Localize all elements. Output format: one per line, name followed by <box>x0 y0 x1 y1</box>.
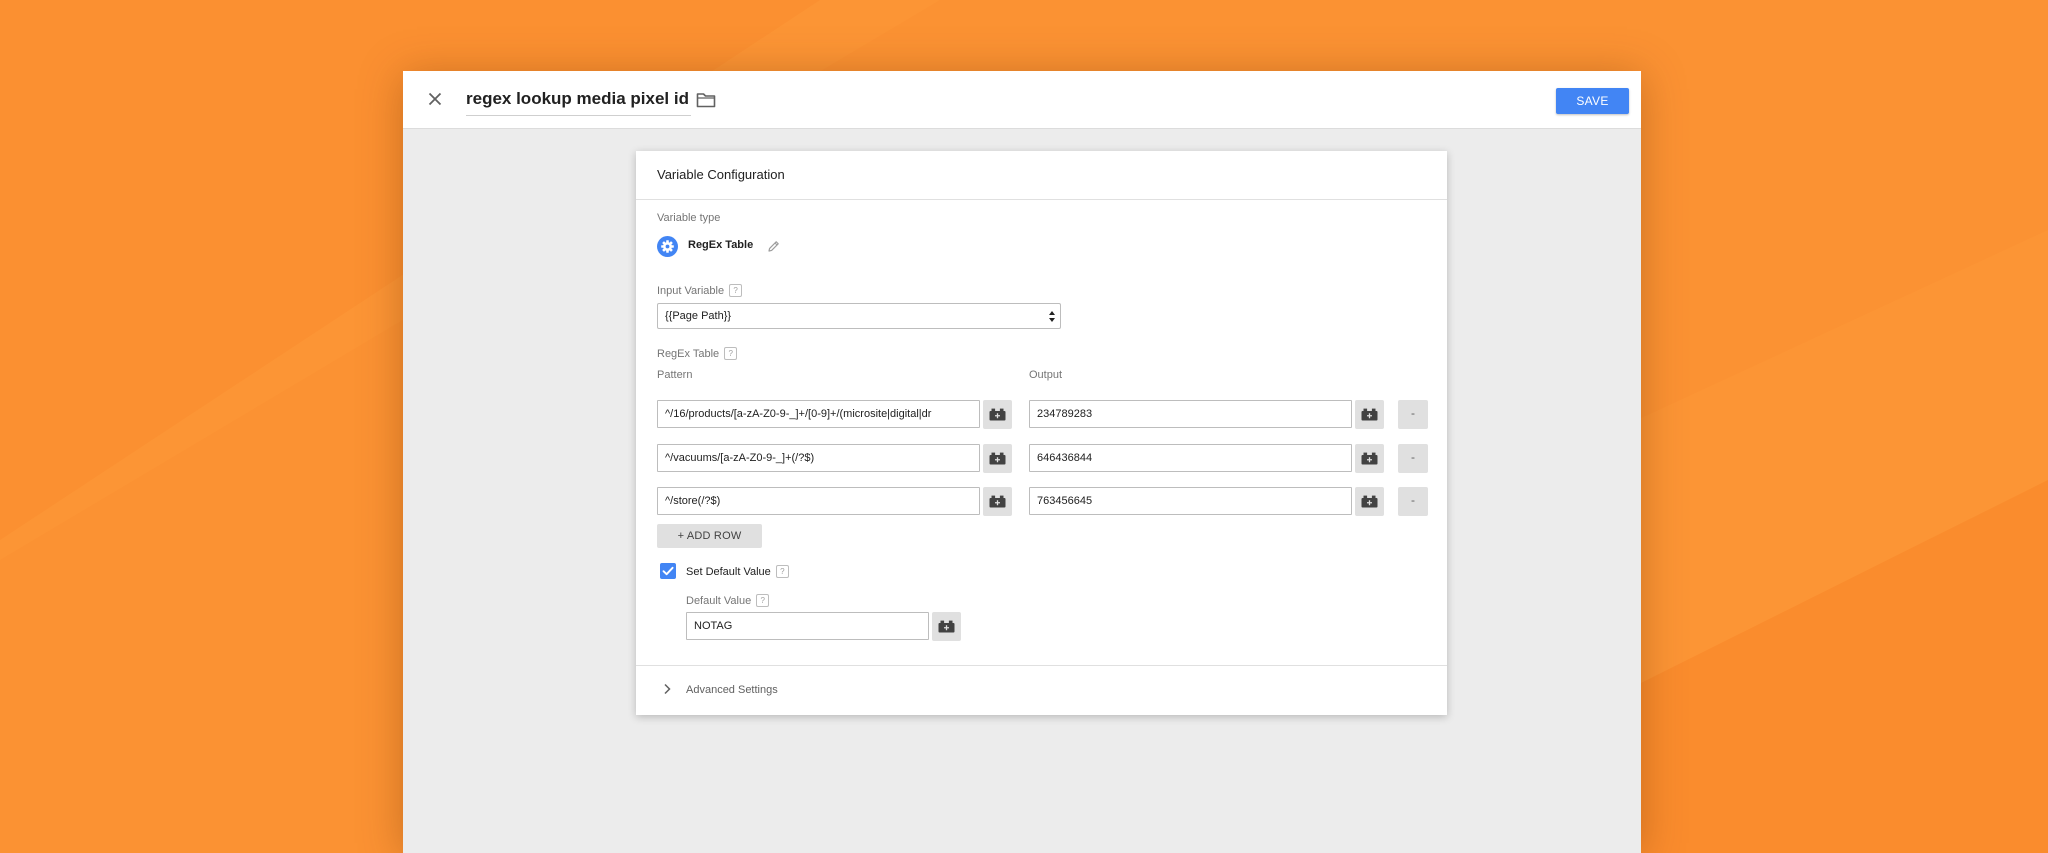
edit-variable-type-button[interactable] <box>766 239 781 254</box>
select-arrows-icon <box>1049 311 1055 322</box>
card-header: Variable Configuration <box>636 151 1447 200</box>
output-insert-variable-button[interactable] <box>1355 400 1384 429</box>
pattern-input[interactable] <box>657 444 980 472</box>
pencil-icon <box>768 241 779 252</box>
add-row-button[interactable]: + ADD ROW <box>657 524 762 548</box>
regex-table-label-text: RegEx Table <box>657 348 720 360</box>
remove-row-button[interactable]: - <box>1398 487 1428 516</box>
input-variable-label: Input Variable? <box>657 284 743 297</box>
set-default-checkbox[interactable] <box>660 563 676 579</box>
output-input[interactable] <box>1029 487 1352 515</box>
variable-type-label: Variable type <box>657 212 721 224</box>
set-default-label-text: Set Default Value <box>686 566 771 578</box>
input-variable-label-text: Input Variable <box>657 285 725 297</box>
variable-brick-icon <box>989 452 1006 465</box>
pattern-insert-variable-button[interactable] <box>983 487 1012 516</box>
variable-type-name: RegEx Table <box>688 239 754 251</box>
pattern-insert-variable-button[interactable] <box>983 444 1012 473</box>
variable-brick-icon <box>989 408 1006 421</box>
input-variable-selected-value: {{Page Path}} <box>665 310 732 322</box>
input-variable-help-icon[interactable]: ? <box>729 284 743 297</box>
save-button[interactable]: SAVE <box>1556 88 1629 114</box>
close-button[interactable] <box>423 87 447 111</box>
output-column-header: Output <box>1029 369 1063 381</box>
set-default-help-icon[interactable]: ? <box>775 565 789 578</box>
tag-manager-window: regex lookup media pixel id SAVE Variabl… <box>403 71 1641 853</box>
variable-brick-icon <box>989 495 1006 508</box>
variable-brick-icon <box>1361 408 1378 421</box>
folder-button[interactable] <box>695 89 717 111</box>
variable-type-badge <box>657 236 678 257</box>
input-variable-select[interactable]: {{Page Path}} <box>657 303 1061 329</box>
set-default-label: Set Default Value? <box>686 565 789 578</box>
output-insert-variable-button[interactable] <box>1355 487 1384 516</box>
checkmark-icon <box>662 566 674 576</box>
remove-row-button[interactable]: - <box>1398 444 1428 473</box>
output-insert-variable-button[interactable] <box>1355 444 1384 473</box>
pattern-input[interactable] <box>657 400 980 428</box>
advanced-settings-toggle[interactable]: Advanced Settings <box>686 684 778 696</box>
pattern-column-header: Pattern <box>657 369 693 381</box>
default-value-insert-variable-button[interactable] <box>932 612 961 641</box>
variable-brick-icon <box>938 620 955 633</box>
title-field[interactable]: regex lookup media pixel id <box>466 85 691 116</box>
regex-table-help-icon[interactable]: ? <box>724 347 738 360</box>
pattern-insert-variable-button[interactable] <box>983 400 1012 429</box>
top-bar: regex lookup media pixel id SAVE <box>403 71 1641 129</box>
folder-icon <box>696 93 716 108</box>
output-input[interactable] <box>1029 400 1352 428</box>
close-icon <box>428 92 442 106</box>
gear-icon <box>661 240 674 253</box>
section-divider <box>636 665 1447 666</box>
pattern-input[interactable] <box>657 487 980 515</box>
default-value-label-text: Default Value <box>686 595 752 607</box>
variable-brick-icon <box>1361 495 1378 508</box>
regex-table-label: RegEx Table? <box>657 347 738 360</box>
chevron-right-icon[interactable] <box>662 683 672 695</box>
default-value-input[interactable] <box>686 612 929 640</box>
variable-configuration-card: Variable Configuration Variable type Reg… <box>636 151 1447 715</box>
remove-row-button[interactable]: - <box>1398 400 1428 429</box>
default-value-help-icon[interactable]: ? <box>756 594 770 607</box>
default-value-label: Default Value? <box>686 594 770 607</box>
variable-brick-icon <box>1361 452 1378 465</box>
card-title: Variable Configuration <box>657 167 785 182</box>
output-input[interactable] <box>1029 444 1352 472</box>
page-title: regex lookup media pixel id <box>466 89 689 108</box>
